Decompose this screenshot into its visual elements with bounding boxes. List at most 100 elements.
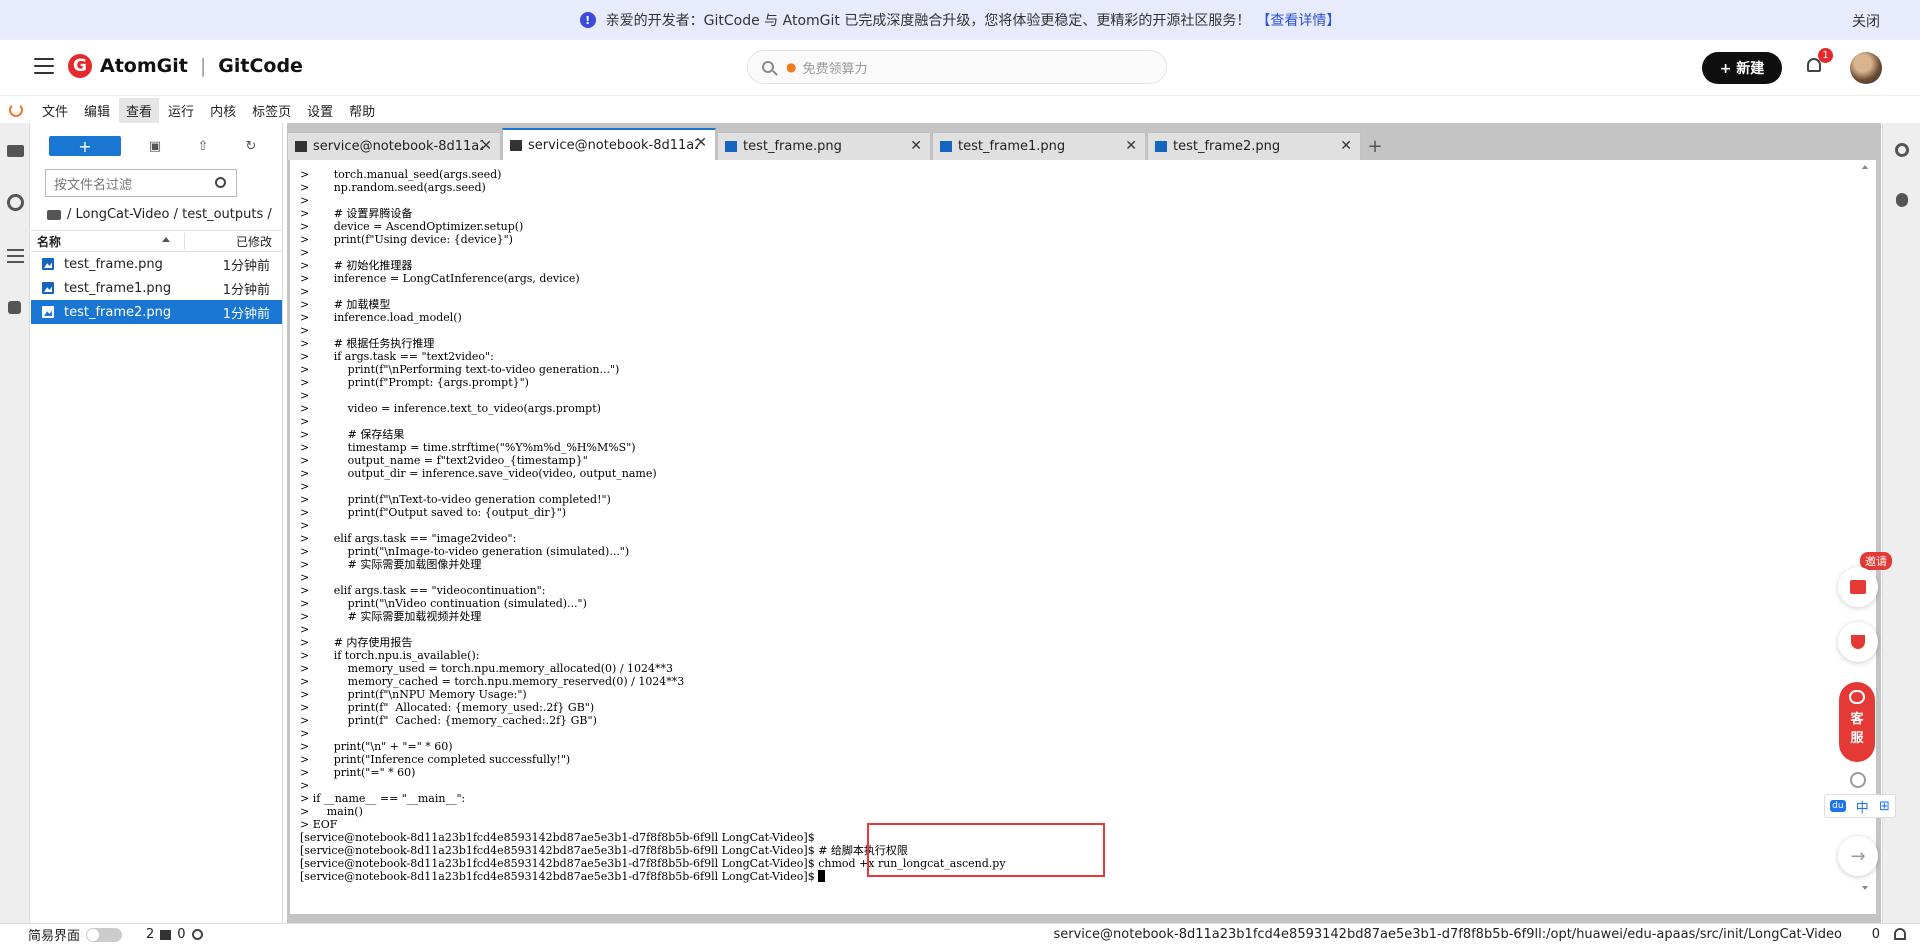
debugger-bug-icon[interactable] xyxy=(1896,193,1908,207)
tab-test-frame1[interactable]: test_frame1.png ✕ xyxy=(932,132,1146,160)
simple-mode-toggle[interactable] xyxy=(86,927,123,942)
sort-ascending-icon xyxy=(162,236,170,242)
new-button[interactable]: + 新建 xyxy=(1702,52,1782,84)
close-icon[interactable]: ✕ xyxy=(910,138,922,154)
add-tab-button[interactable]: + xyxy=(1362,133,1388,159)
terminal-line: > memory_used = torch.npu.memory_allocat… xyxy=(300,662,674,675)
terminal-path: service@notebook-8d11a23b1fcd4e8593142bd… xyxy=(1053,927,1842,942)
terminal-line: > xyxy=(300,480,310,493)
file-modified: 1分钟前 xyxy=(222,282,270,298)
arrow-right-icon: → xyxy=(1850,845,1866,867)
file-filter-input[interactable]: 按文件名过滤 xyxy=(45,169,237,197)
file-row[interactable]: test_frame1.png 1分钟前 xyxy=(31,276,282,300)
terminal-line: > if args.task == "text2video": xyxy=(300,350,494,363)
ime-chinese-toggle[interactable]: 中 xyxy=(1856,797,1869,816)
hamburger-menu-icon[interactable] xyxy=(34,58,54,76)
kernels-count[interactable]: 0 xyxy=(177,927,185,942)
scroll-up-arrow-icon[interactable] xyxy=(1862,165,1868,169)
image-file-icon xyxy=(725,141,737,152)
extensions-icon[interactable] xyxy=(8,301,21,314)
running-sessions-icon[interactable] xyxy=(7,194,24,211)
tab-test-frame[interactable]: test_frame.png ✕ xyxy=(717,132,931,160)
image-file-icon xyxy=(940,141,952,152)
notification-count[interactable]: 0 xyxy=(1872,927,1880,942)
main-dock-area: service@notebook-8d11a2 ✕ service@notebo… xyxy=(287,123,1881,923)
terminal-line: > print("=" * 60) xyxy=(300,766,416,779)
file-name: test_frame1.png xyxy=(64,280,172,296)
terminal-line: > inference = LongCatInference(args, dev… xyxy=(300,272,580,285)
terminal-line: > print("\nImage-to-video generation (si… xyxy=(300,545,630,558)
menu-file[interactable]: 文件 xyxy=(35,98,75,123)
terminals-count[interactable]: 2 xyxy=(146,927,154,942)
file-row-selected[interactable]: test_frame2.png 1分钟前 xyxy=(31,300,282,324)
scroll-down-arrow-icon[interactable] xyxy=(1862,886,1868,890)
terminal-line: > # 初始化推理器 xyxy=(300,259,413,272)
column-modified-header[interactable]: 已修改 xyxy=(185,233,282,250)
terminal-line: > xyxy=(300,389,310,402)
menu-edit[interactable]: 编辑 xyxy=(77,98,117,123)
image-file-icon xyxy=(42,282,54,294)
terminal-line: > main() xyxy=(300,805,363,818)
breadcrumb[interactable]: / LongCat-Video / test_outputs / xyxy=(31,197,282,222)
scroll-next-button[interactable]: → xyxy=(1838,836,1878,876)
search-icon xyxy=(215,177,226,188)
menu-view[interactable]: 查看 xyxy=(119,97,160,123)
close-icon[interactable]: ✕ xyxy=(1125,138,1137,154)
notification-badge: 1 xyxy=(1818,48,1833,63)
file-row[interactable]: test_frame.png 1分钟前 xyxy=(31,252,282,276)
announcement-close-button[interactable]: 关闭 xyxy=(1852,11,1880,31)
gift-button[interactable] xyxy=(1838,567,1878,607)
simple-mode-label: 简易界面 xyxy=(28,929,81,944)
chat-bubble-icon xyxy=(1849,690,1865,704)
terminal-line: > print(f"\nNPU Memory Usage:") xyxy=(300,688,527,701)
close-icon[interactable]: ✕ xyxy=(695,135,707,151)
trophy-button[interactable] xyxy=(1838,622,1878,662)
notifications-bell-icon[interactable]: 1 xyxy=(1804,48,1833,76)
table-of-contents-icon[interactable] xyxy=(7,249,24,266)
terminal-lines: > torch.manual_seed(args.seed) > np.rando… xyxy=(300,168,1006,883)
menu-settings[interactable]: 设置 xyxy=(300,98,340,123)
terminal-line: > print("Inference completed successfull… xyxy=(300,753,571,766)
terminal-line: > print(f"Output saved to: {output_dir}"… xyxy=(300,506,567,519)
brand-separator: | xyxy=(199,55,207,77)
column-name-header[interactable]: 名称 xyxy=(31,232,185,250)
notification-bell-icon[interactable] xyxy=(1894,928,1906,940)
feedback-icon[interactable] xyxy=(1850,772,1866,788)
file-browser-icon[interactable] xyxy=(7,145,24,157)
top-navigation: G AtomGit | GitCode ● 免费领算力 + 新建 1 xyxy=(0,40,1920,96)
terminal-line: > timestamp = time.strftime("%Y%m%d_%H%M… xyxy=(300,441,636,454)
menu-tabs[interactable]: 标签页 xyxy=(245,98,298,123)
site-logo[interactable]: G AtomGit | GitCode xyxy=(68,54,303,78)
new-folder-icon[interactable]: ▣ xyxy=(141,136,169,156)
close-icon[interactable]: ✕ xyxy=(1340,138,1352,154)
property-inspector-gear-icon[interactable] xyxy=(1895,143,1909,157)
tab-test-frame2[interactable]: test_frame2.png ✕ xyxy=(1147,132,1361,160)
refresh-icon[interactable]: ↻ xyxy=(237,136,265,156)
terminal-output[interactable]: > torch.manual_seed(args.seed) > np.rando… xyxy=(290,160,1876,914)
terminal-line: > # 保存结果 xyxy=(300,428,405,441)
user-avatar[interactable] xyxy=(1850,52,1882,84)
breadcrumb-path: / LongCat-Video / test_outputs / xyxy=(67,207,272,222)
input-method-bar[interactable]: du 中 ⊞ xyxy=(1824,794,1896,818)
new-launcher-button[interactable]: + xyxy=(49,136,121,156)
menu-kernel[interactable]: 内核 xyxy=(203,98,243,123)
terminal-cursor xyxy=(818,870,826,882)
terminal-line: > xyxy=(300,246,310,259)
search-input[interactable]: ● 免费领算力 xyxy=(747,50,1167,84)
upload-icon[interactable]: ⇧ xyxy=(189,136,217,156)
menu-help[interactable]: 帮助 xyxy=(342,98,382,123)
tab-terminal-2[interactable]: service@notebook-8d11a2 ✕ xyxy=(502,128,716,160)
terminal-line: > print(f" Cached: {memory_cached:.2f} G… xyxy=(300,714,597,727)
announcement-details-link[interactable]: 【查看详情】 xyxy=(1256,10,1340,30)
terminal-line: > # 内存使用报告 xyxy=(300,636,413,649)
close-icon[interactable]: ✕ xyxy=(480,138,492,154)
tab-terminal-1[interactable]: service@notebook-8d11a2 ✕ xyxy=(287,132,501,160)
search-icon xyxy=(762,61,774,73)
terminal-line: > xyxy=(300,727,310,740)
menu-run[interactable]: 运行 xyxy=(161,98,201,123)
customer-service-button[interactable]: 客 服 xyxy=(1839,682,1875,762)
flame-icon: ● xyxy=(786,60,797,74)
ime-grid-icon[interactable]: ⊞ xyxy=(1879,799,1890,814)
terminal-line: > if __name__ == "__main__": xyxy=(300,792,466,805)
terminal-line: > device = AscendOptimizer.setup() xyxy=(300,220,524,233)
